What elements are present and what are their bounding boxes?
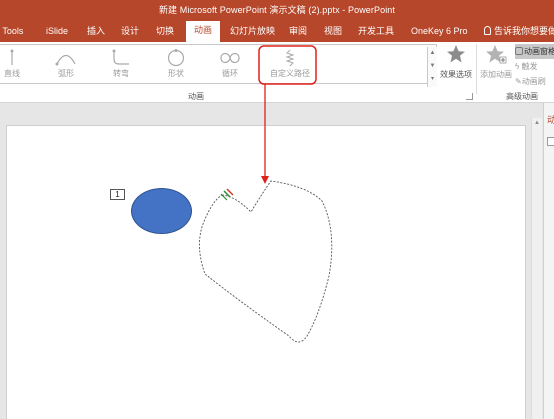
add-animation-button[interactable]: 添加动画 <box>478 44 514 92</box>
title-bar: 新建 Microsoft PowerPoint 演示文稿 (2).pptx - … <box>0 0 554 42</box>
gallery-item-arc[interactable]: 弧形 <box>44 47 88 83</box>
arc-path-icon <box>55 54 76 66</box>
gallery-item-custom-path[interactable]: 自定义路径 <box>264 47 316 83</box>
gallery-item-label: 转弯 <box>113 69 129 78</box>
tab-design[interactable]: 设计 <box>121 22 139 40</box>
advanced-animation-commands: 动画窗格 ϟ 触发 ✎动画刷 <box>515 44 554 92</box>
tell-me-box[interactable]: 告诉我你想要做什么 <box>484 22 554 40</box>
lightbulb-icon <box>484 26 491 35</box>
star-icon <box>447 45 465 63</box>
group-label-animation: 动画 <box>188 92 204 101</box>
effect-options-label: 效果选项 <box>440 70 472 79</box>
gallery-item-loop[interactable]: 循环 <box>208 47 252 83</box>
slide-canvas[interactable]: 1 <box>7 126 525 419</box>
effect-options-button[interactable]: 效果选项 <box>438 44 474 92</box>
tab-slideshow[interactable]: 幻灯片放映 <box>230 22 275 40</box>
animation-pane-button[interactable]: 动画窗格 <box>515 44 554 59</box>
tab-developer[interactable]: 开发工具 <box>358 22 394 40</box>
animation-painter-button[interactable]: ✎动画刷 <box>515 74 554 89</box>
dialog-launcher-icon[interactable] <box>466 93 473 100</box>
gallery-item-label: 直线 <box>4 69 20 78</box>
animation-pane-label: 动画窗格 <box>524 47 554 56</box>
window-title: 新建 Microsoft PowerPoint 演示文稿 (2).pptx - … <box>158 5 396 15</box>
loop-path-icon <box>220 52 240 64</box>
line-path-icon <box>10 49 14 65</box>
brush-icon: ✎ <box>515 77 522 86</box>
gallery-item-label: 自定义路径 <box>270 69 310 78</box>
turn-path-icon <box>112 49 129 65</box>
trigger-button[interactable]: ϟ 触发 <box>515 59 554 74</box>
animation-pane: 动 <box>543 103 554 419</box>
gallery-item-line[interactable]: 直线 <box>0 47 34 83</box>
add-animation-label: 添加动画 <box>480 70 512 79</box>
trigger-label: 触发 <box>521 62 538 71</box>
custom-path-icon <box>285 49 295 67</box>
gallery-item-label: 形状 <box>168 69 184 78</box>
tab-itools[interactable]: i Tools <box>0 22 23 40</box>
gallery-item-label: 循环 <box>222 69 238 78</box>
tab-animations[interactable]: 动画 <box>186 21 220 42</box>
chevron-up-icon[interactable]: ▲ <box>428 47 437 60</box>
tab-review[interactable]: 审阅 <box>289 22 307 40</box>
gallery-item-turn[interactable]: 转弯 <box>99 47 143 83</box>
scroll-up-icon[interactable]: ▲ <box>532 120 542 126</box>
chevron-down-icon[interactable]: ▼ <box>428 60 437 73</box>
animation-painter-label: 动画刷 <box>521 77 546 86</box>
shape-path-icon <box>167 49 185 67</box>
gallery-scrollbar[interactable]: ▲ ▼ ▾ <box>427 47 437 87</box>
ribbon-divider <box>476 44 477 94</box>
tell-me-text: 告诉我你想要做什么 <box>494 26 554 36</box>
custom-motion-path[interactable] <box>7 126 525 419</box>
tab-insert[interactable]: 插入 <box>87 22 105 40</box>
path-start-marker-icon <box>220 188 234 201</box>
animation-pane-title: 动 <box>547 115 554 125</box>
animation-gallery: 直线 弧形 转弯 形状 循环 自定义路径 ▲ ▼ ▾ <box>0 44 437 87</box>
pane-button[interactable] <box>547 137 554 146</box>
add-star-icon <box>486 45 507 64</box>
gallery-item-label: 弧形 <box>58 69 74 78</box>
group-label-advanced: 高级动画 <box>506 92 538 101</box>
animation-pane-icon <box>515 47 523 55</box>
ribbon: 直线 弧形 转弯 形状 循环 自定义路径 ▲ ▼ ▾ 效果选项 添加动画 动画窗… <box>0 42 554 103</box>
gallery-more-icon[interactable]: ▾ <box>428 73 437 86</box>
tab-onekey[interactable]: OneKey 6 Pro <box>411 22 468 40</box>
vertical-scrollbar[interactable]: ▲ <box>531 118 542 419</box>
tab-view[interactable]: 视图 <box>324 22 342 40</box>
slide-editing-area: 1 ▲ 动 <box>0 103 554 419</box>
gallery-item-shape[interactable]: 形状 <box>154 47 198 83</box>
tab-transitions[interactable]: 切换 <box>156 22 174 40</box>
tab-islide[interactable]: iSlide <box>46 22 68 40</box>
